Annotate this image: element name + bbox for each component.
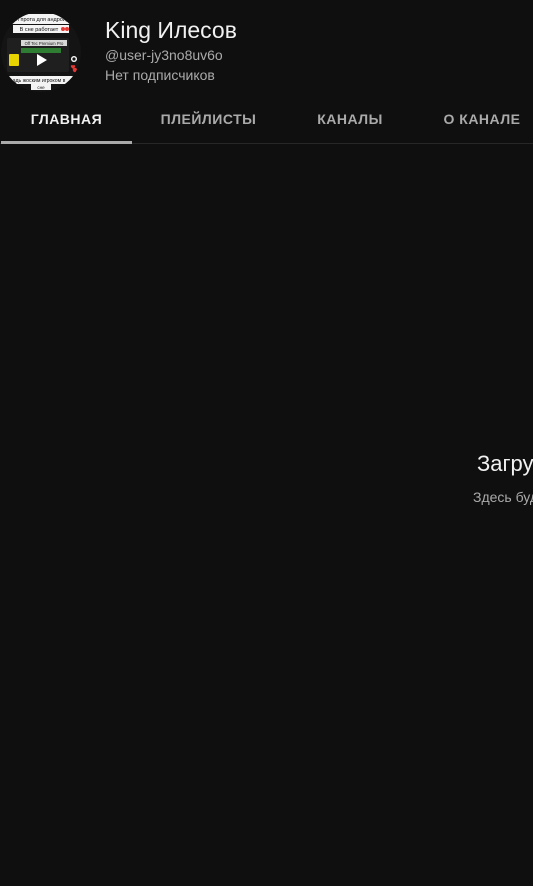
channel-page: ел прота для андроид В сне работает Off … (0, 0, 533, 886)
channel-tabs: ГЛАВНАЯ ПЛЕЙЛИСТЫ КАНАЛЫ О КАНАЛЕ (0, 96, 533, 144)
tab-channels[interactable]: КАНАЛЫ (296, 96, 404, 143)
channel-name: King Илесов (105, 17, 237, 43)
subscriber-count: Нет подписчиков (105, 67, 215, 83)
channel-header: ел прота для андроид В сне работает Off … (0, 0, 533, 96)
empty-state-subtitle: Здесь буд (473, 489, 533, 505)
tab-playlists[interactable]: ПЛЕЙЛИСТЫ (144, 96, 273, 143)
avatar-text-1: ел прота для андроид (13, 17, 70, 23)
avatar-text-5: сне (37, 85, 45, 90)
tab-about[interactable]: О КАНАЛЕ (430, 96, 533, 143)
channel-handle: @user-jy3no8uv6o (105, 47, 223, 63)
avatar-image: ел прота для андроид В сне работает Off … (1, 12, 81, 92)
tab-home[interactable]: ГЛАВНАЯ (1, 96, 132, 143)
active-tab-indicator (1, 141, 132, 144)
channel-avatar[interactable]: ел прота для андроид В сне работает Off … (1, 12, 81, 92)
empty-state-title: Загру (477, 451, 533, 476)
avatar-text-2: В сне работает (20, 27, 59, 33)
avatar-text-3: Off Tec Premium Pro (25, 41, 64, 46)
avatar-text-4: адь жоским игроком в (13, 78, 66, 84)
